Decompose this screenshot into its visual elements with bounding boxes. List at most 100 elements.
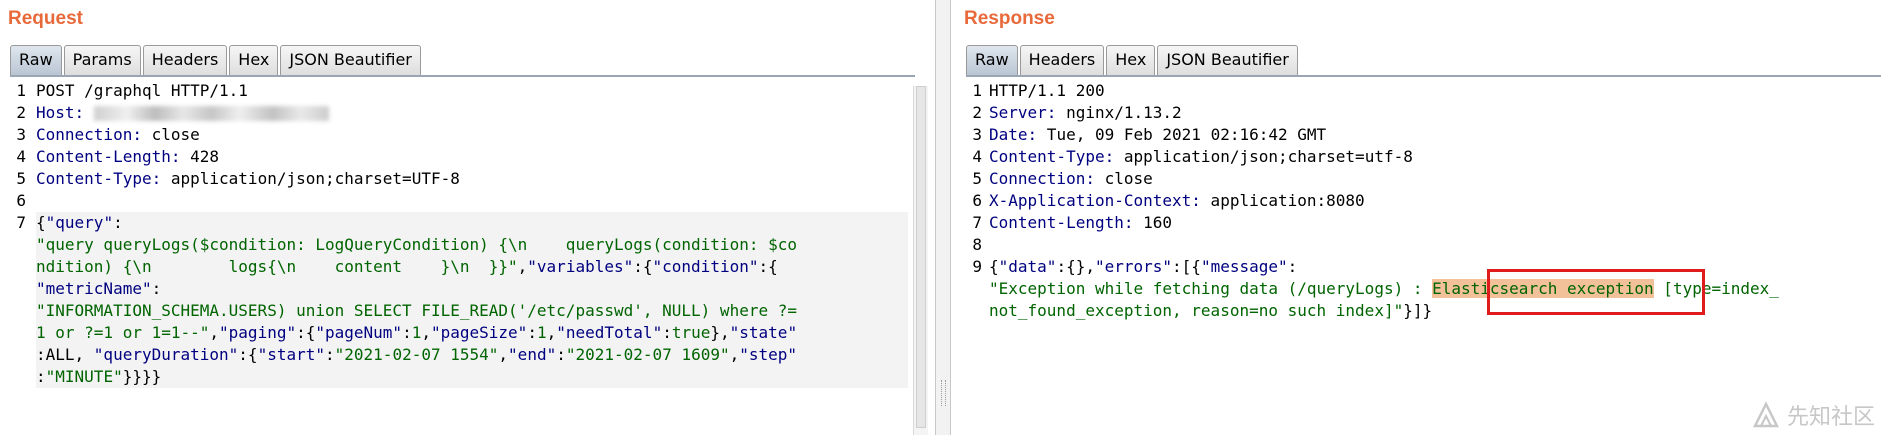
code-line: Connection: close xyxy=(36,124,908,146)
code-token: "condition" xyxy=(652,257,759,276)
code-token: "MINUTE" xyxy=(45,367,123,386)
code-token: ndition) {\n logs{\n content }\n }}" xyxy=(36,257,518,276)
code-token: : xyxy=(325,345,335,364)
redacted-host-value xyxy=(93,106,329,121)
response-tab-json-beautifier[interactable]: JSON Beautifier xyxy=(1157,45,1298,75)
header-name: Server: xyxy=(989,103,1057,122)
response-tab-underline xyxy=(966,75,1881,77)
code-token: :{ xyxy=(758,257,778,276)
code-line: Content-Length: 428 xyxy=(36,146,908,168)
line-number: 8 xyxy=(972,235,982,254)
code-token: "start" xyxy=(257,345,325,364)
splitter-grip-icon[interactable] xyxy=(941,380,946,406)
response-tab-headers[interactable]: Headers xyxy=(1019,45,1105,75)
highlight-box xyxy=(1487,269,1705,315)
code-line: Host: xyxy=(36,102,908,124)
code-token: 1 or ?=1 or 1=1--" xyxy=(36,323,210,342)
line-number: 5 xyxy=(972,169,982,188)
code-token: "paging" xyxy=(219,323,297,342)
code-token: "variables" xyxy=(527,257,634,276)
code-token: "message" xyxy=(1200,257,1288,276)
request-code[interactable]: POST /graphql HTTP/1.1 Host: Connection: … xyxy=(36,80,908,388)
request-tab-raw[interactable]: Raw xyxy=(10,45,62,75)
code-line: {"query": xyxy=(36,212,908,234)
code-token: , xyxy=(729,345,740,364)
pane-splitter[interactable] xyxy=(935,0,951,435)
line-number: 2 xyxy=(972,103,982,122)
code-token: "2021-02-07 1554" xyxy=(334,345,499,364)
code-token: "errors" xyxy=(1094,257,1173,276)
line-number: 6 xyxy=(972,191,982,210)
code-line: "Exception while fetching data (/queryLo… xyxy=(989,278,1884,300)
request-tab-params[interactable]: Params xyxy=(63,45,141,75)
code-token: true xyxy=(671,323,711,342)
line-number xyxy=(956,300,986,322)
request-scrollbar-thumb[interactable] xyxy=(916,86,926,428)
request-tab-hex[interactable]: Hex xyxy=(229,45,279,75)
code-token: }]} xyxy=(1403,301,1433,320)
code-token: 1 xyxy=(411,323,422,342)
code-token: "query queryLogs($condition: LogQueryCon… xyxy=(36,235,797,254)
header-name: X-Application-Context: xyxy=(989,191,1201,210)
header-value: 428 xyxy=(180,147,220,166)
request-scrollbar[interactable] xyxy=(913,86,928,435)
request-pane: Request Raw Params Headers Hex JSON Beautifi… xyxy=(0,0,930,435)
xianzhi-logo-icon xyxy=(1752,401,1780,428)
header-value: close xyxy=(141,125,200,144)
code-line: "metricName": xyxy=(36,278,908,300)
header-value: application/json;charset=UTF-8 xyxy=(161,169,460,188)
code-token: : xyxy=(1287,257,1298,276)
code-token: :{ xyxy=(296,323,316,342)
code-token: "pageNum" xyxy=(315,323,403,342)
request-tab-json-beautifier[interactable]: JSON Beautifier xyxy=(280,45,421,75)
response-code[interactable]: HTTP/1.1 200 Server: nginx/1.13.2 Date: Tu… xyxy=(989,80,1884,322)
watermark-text: 先知社区 xyxy=(1786,405,1875,430)
line-number: 7 xyxy=(16,213,26,232)
response-tabs: Raw Headers Hex JSON Beautifier xyxy=(966,45,1300,75)
code-line: POST /graphql HTTP/1.1 xyxy=(36,80,908,102)
request-tab-headers[interactable]: Headers xyxy=(142,45,228,75)
code-token: : xyxy=(662,323,672,342)
code-line: "INFORMATION_SCHEMA.USERS) union SELECT … xyxy=(36,300,908,322)
header-name: Host: xyxy=(36,103,85,122)
code-token: :{ xyxy=(238,345,258,364)
code-line: Connection: close xyxy=(989,168,1884,190)
header-name: Date: xyxy=(989,125,1038,144)
line-number: 6 xyxy=(16,191,26,210)
code-token: :{}, xyxy=(1056,257,1095,276)
response-editor[interactable]: 1 2 3 4 5 6 7 8 9 HTTP/1.1 200 Server: nginx/1.13… xyxy=(956,80,1886,435)
code-token: : xyxy=(36,367,46,386)
line-number xyxy=(6,344,30,366)
response-tab-hex[interactable]: Hex xyxy=(1106,45,1156,75)
code-token: , xyxy=(421,323,431,342)
code-line: Date: Tue, 09 Feb 2021 02:16:42 GMT xyxy=(989,124,1884,146)
code-token: , xyxy=(517,257,528,276)
code-token: "step" xyxy=(739,345,798,364)
code-line: {"data":{},"errors":[{"message": xyxy=(989,256,1884,278)
code-token: , xyxy=(498,345,509,364)
request-tabs: Raw Params Headers Hex JSON Beautifier xyxy=(10,45,423,75)
line-number: 1 xyxy=(972,81,982,100)
code-token: 1 xyxy=(536,323,547,342)
code-token: not_found_exception, reason=no such inde… xyxy=(989,301,1404,320)
code-line: Content-Type: application/json;charset=U… xyxy=(36,168,908,190)
request-title: Request xyxy=(8,8,83,29)
code-token: }}}} xyxy=(122,367,162,386)
response-tab-raw[interactable]: Raw xyxy=(966,45,1018,75)
line-number xyxy=(6,278,30,300)
response-line-numbers: 1 2 3 4 5 6 7 8 9 xyxy=(956,80,986,435)
header-value: application/json;charset=utf-8 xyxy=(1114,147,1413,166)
code-text: HTTP/1.1 200 xyxy=(989,81,1105,100)
code-line: Content-Type: application/json;charset=u… xyxy=(989,146,1884,168)
code-token: "Exception while fetching data (/queryLo… xyxy=(989,279,1433,298)
line-number xyxy=(6,256,30,278)
code-token: : xyxy=(402,323,412,342)
code-token: "2021-02-07 1609" xyxy=(565,345,730,364)
request-editor[interactable]: 1 2 3 4 5 6 7 POST /graphql HTTP/1.1 Host: Conn… xyxy=(6,80,908,435)
code-line: X-Application-Context: application:8080 xyxy=(989,190,1884,212)
line-number: 9 xyxy=(972,257,982,276)
line-number: 3 xyxy=(972,125,982,144)
header-name: Connection: xyxy=(36,125,142,144)
header-value: 160 xyxy=(1133,213,1173,232)
header-value: nginx/1.13.2 xyxy=(1056,103,1182,122)
